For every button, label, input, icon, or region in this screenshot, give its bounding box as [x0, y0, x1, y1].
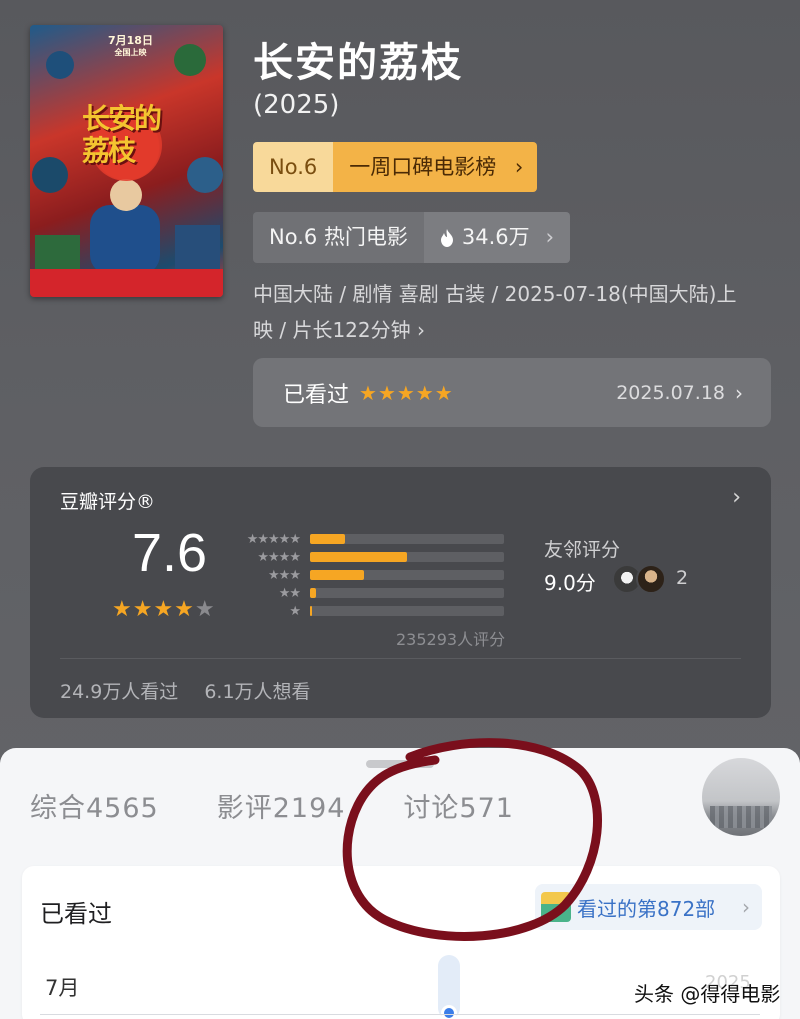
distribution-bar-fill [310, 606, 312, 616]
chevron-right-icon: › [742, 895, 750, 919]
audience-stats: 24.9万人看过 6.1万人想看 [60, 677, 311, 704]
poster-credits-strip [30, 269, 223, 297]
rating-distribution: ★★★★★ ★★★★ ★★★ ★★ ★ [240, 530, 504, 620]
friends-rating-score: 9.0分 [544, 571, 596, 595]
distribution-bar-fill [310, 552, 407, 562]
weekly-rank-number: No.6 [253, 142, 334, 192]
chevron-right-icon: › [514, 155, 524, 179]
rating-stars: ★★★★★ [112, 597, 216, 622]
watched-count-badge[interactable]: 看过的第872部 › [535, 884, 762, 930]
distribution-bar-fill [310, 534, 345, 544]
floating-thumbnail[interactable] [702, 758, 780, 836]
chevron-right-icon: › [735, 380, 743, 405]
weekly-rank-badge[interactable]: No.6 一周口碑电影榜 › [253, 142, 538, 192]
tab-reviews[interactable]: 影评2194 [217, 786, 346, 825]
movie-meta[interactable]: 中国大陆 / 剧情 喜剧 古装 / 2025-07-18(中国大陆)上 映 / … [253, 276, 773, 348]
watched-date: 2025.07.18 [616, 381, 725, 404]
heat-count: 34.6万 › [423, 212, 571, 263]
friends-rating-label: 友邻评分 [544, 539, 621, 561]
badge-text: 看过的第872部 [577, 896, 716, 921]
flame-icon [440, 228, 453, 247]
distribution-bar-fill [310, 588, 316, 598]
distribution-row: ★★ [240, 584, 504, 602]
drag-handle[interactable] [366, 760, 434, 768]
my-rating-stars: ★★★★★ [359, 380, 454, 405]
distribution-star-label: ★★ [278, 585, 301, 601]
want-count: 6.1万人想看 [204, 681, 311, 703]
divider [60, 658, 741, 659]
chevron-right-icon: › [732, 485, 741, 510]
friend-avatars[interactable] [612, 564, 666, 594]
weekly-rank-label: 一周口碑电影榜 › [333, 142, 538, 192]
distribution-bar-fill [310, 570, 364, 580]
timeline-baseline [40, 1014, 760, 1015]
movie-poster[interactable]: 7月18日 全国上映 长安的荔枝 [30, 25, 223, 297]
distribution-star-label: ★★★★★ [246, 531, 301, 547]
watermark-text: 头条 @得得电影 [634, 982, 781, 1006]
tab-discussions[interactable]: 讨论571 [403, 786, 514, 825]
watched-label: 已看过 [283, 382, 350, 408]
avatar[interactable] [636, 564, 666, 594]
hot-rank-badge[interactable]: No.6 热门电影 34.6万 › [253, 212, 571, 263]
chevron-right-icon: › [545, 225, 555, 249]
distribution-star-label: ★ [289, 603, 301, 619]
movie-year: (2025) [253, 90, 340, 120]
rating-score: 7.6 [132, 523, 208, 583]
distribution-bar [310, 534, 504, 544]
distribution-bar [310, 552, 504, 562]
distribution-bar [310, 570, 504, 580]
distribution-row: ★★★★ [240, 548, 504, 566]
card-title: 已看过 [40, 900, 112, 928]
distribution-row: ★ [240, 602, 504, 620]
poster-title-art: 长安的荔枝 [82, 102, 162, 167]
rating-header: 豆瓣评分® [60, 491, 156, 513]
archive-box-icon [541, 892, 571, 922]
timeline-month: 7月 [45, 976, 80, 1000]
distribution-row: ★★★★★ [240, 530, 504, 548]
distribution-star-label: ★★★★ [257, 549, 301, 565]
timeline-dot[interactable] [441, 1005, 457, 1019]
watched-status-bar[interactable]: 已看过 ★★★★★ 2025.07.18 › [253, 358, 771, 427]
poster-date: 7月18日 全国上映 [108, 34, 153, 58]
distribution-bar [310, 588, 504, 598]
sheet-tabs: 综合4565 影评2194 讨论571 [30, 786, 514, 825]
distribution-bar [310, 606, 504, 616]
distribution-row: ★★★ [240, 566, 504, 584]
hot-rank-label: No.6 热门电影 [253, 212, 424, 263]
distribution-star-label: ★★★ [268, 567, 301, 583]
friends-count: 2 [676, 567, 689, 589]
watched-count: 24.9万人看过 [60, 681, 179, 703]
tab-overview[interactable]: 综合4565 [30, 786, 159, 825]
movie-title: 长安的荔枝 [253, 40, 463, 86]
douban-rating-card[interactable]: 豆瓣评分® › 7.6 ★★★★★ ★★★★★ ★★★★ ★★★ ★★ ★ 235293… [30, 467, 771, 718]
rating-total: 235293人评分 [396, 630, 506, 649]
